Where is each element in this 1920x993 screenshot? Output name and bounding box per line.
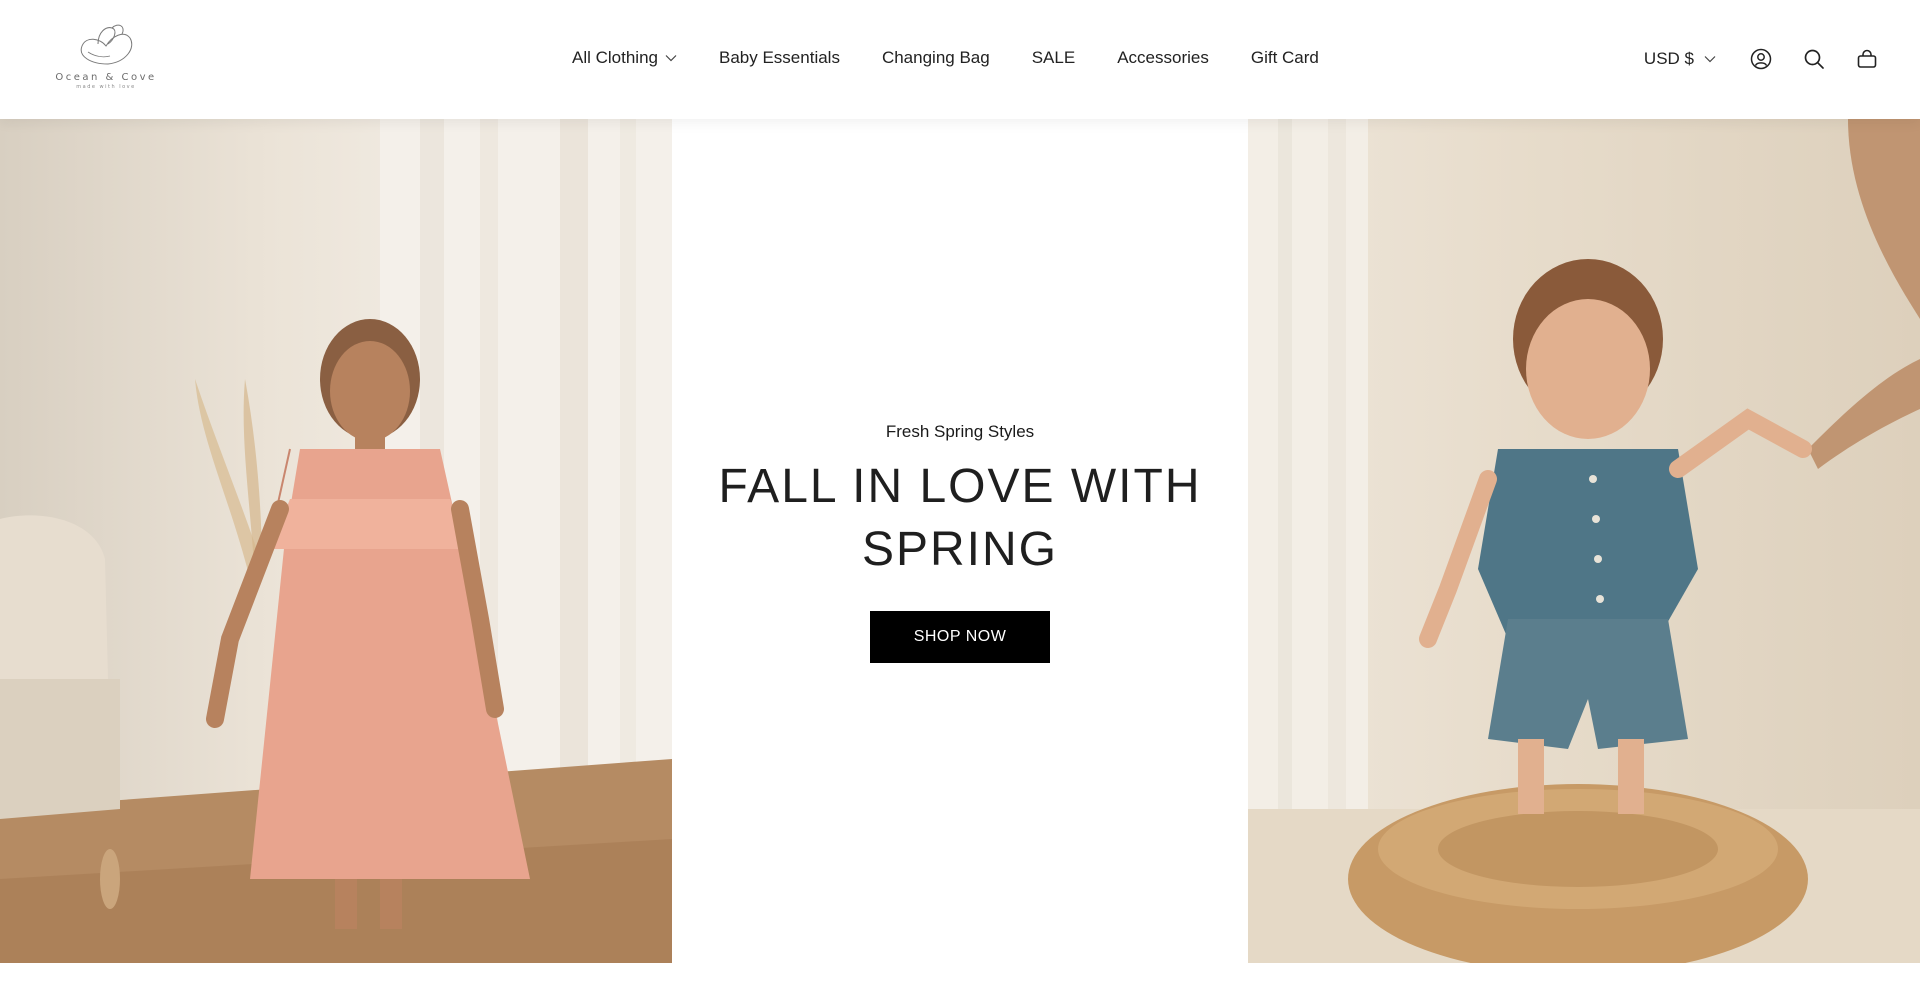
cart-icon[interactable] <box>1854 46 1880 72</box>
brand-name: Ocean & Cove <box>55 72 157 83</box>
hero-subheading: Fresh Spring Styles <box>885 422 1035 441</box>
main-nav: All Clothing Baby Essentials Changing Ba… <box>572 42 1319 74</box>
hero-heading: FALL IN LOVE WITH SPRING <box>718 460 1202 576</box>
nav-item-label: SALE <box>1031 48 1076 67</box>
hero-image-toddler-denim-outfit <box>1248 119 1920 963</box>
account-icon[interactable] <box>1748 46 1774 72</box>
nav-item-label: Changing Bag <box>881 48 990 67</box>
currency-selector[interactable]: USD $ <box>1644 49 1716 69</box>
page-bottom-gap <box>0 963 1920 993</box>
hero-image-girl-pink-dress <box>0 119 672 963</box>
shop-now-button[interactable]: SHOP NOW <box>870 611 1050 663</box>
nav-item-baby-essentials[interactable]: Baby Essentials <box>719 48 840 68</box>
header-actions: USD $ <box>1644 44 1880 74</box>
brand-logo[interactable]: Ocean & Cove made with love <box>55 22 157 96</box>
brand-tagline: made with love <box>76 84 136 90</box>
logo-mark-icon <box>80 24 133 65</box>
nav-item-label: Accessories <box>1117 48 1209 67</box>
chevron-down-icon <box>665 54 677 62</box>
nav-item-label: Baby Essentials <box>719 48 840 67</box>
nav-item-changing-bag[interactable]: Changing Bag <box>882 48 990 68</box>
nav-item-label: Gift Card <box>1250 48 1319 67</box>
nav-item-sale[interactable]: SALE <box>1032 48 1075 68</box>
hero-banner: Fresh Spring Styles FALL IN LOVE WITH SP… <box>0 119 1920 963</box>
hero-content: Fresh Spring Styles FALL IN LOVE WITH SP… <box>672 119 1248 963</box>
nav-item-gift-card[interactable]: Gift Card <box>1251 48 1319 68</box>
site-header: Ocean & Cove made with love All Clothing… <box>0 0 1920 119</box>
nav-item-accessories[interactable]: Accessories <box>1117 48 1209 68</box>
currency-label: USD $ <box>1643 49 1694 68</box>
search-icon[interactable] <box>1801 46 1827 72</box>
chevron-down-icon <box>1704 55 1716 63</box>
nav-item-all-clothing[interactable]: All Clothing <box>572 48 677 68</box>
nav-item-label: All Clothing <box>572 48 658 67</box>
